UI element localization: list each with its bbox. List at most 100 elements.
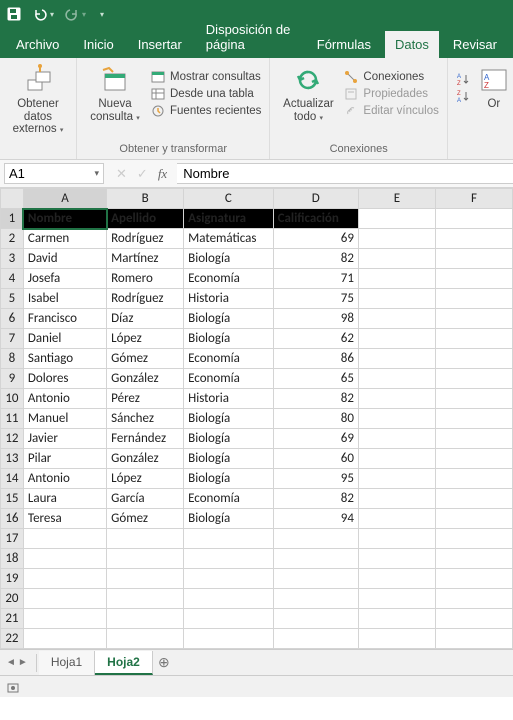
row-header-3[interactable]: 3 bbox=[1, 249, 24, 269]
cell-E21[interactable] bbox=[358, 609, 435, 629]
cell-B11[interactable]: Sánchez bbox=[107, 409, 184, 429]
redo-dropdown-icon[interactable]: ▾ bbox=[82, 10, 86, 19]
cell-C11[interactable]: Biología bbox=[184, 409, 273, 429]
from-table-button[interactable]: Desde una tabla bbox=[151, 87, 261, 101]
menu-tab-datos[interactable]: Datos bbox=[385, 31, 439, 58]
cell-E14[interactable] bbox=[358, 469, 435, 489]
cell-F7[interactable] bbox=[435, 329, 512, 349]
cell-E11[interactable] bbox=[358, 409, 435, 429]
cell-A16[interactable]: Teresa bbox=[23, 509, 106, 529]
cell-A13[interactable]: Pilar bbox=[23, 449, 106, 469]
menu-tab-inicio[interactable]: Inicio bbox=[73, 31, 123, 58]
row-header-16[interactable]: 16 bbox=[1, 509, 24, 529]
refresh-all-button[interactable]: Actualizartodo ▾ bbox=[278, 62, 338, 125]
cell-F5[interactable] bbox=[435, 289, 512, 309]
cell-E13[interactable] bbox=[358, 449, 435, 469]
cell-B15[interactable]: García bbox=[107, 489, 184, 509]
cell-E16[interactable] bbox=[358, 509, 435, 529]
cell-F19[interactable] bbox=[435, 569, 512, 589]
row-header-14[interactable]: 14 bbox=[1, 469, 24, 489]
cell-A22[interactable] bbox=[23, 629, 106, 649]
cell-D15[interactable]: 82 bbox=[273, 489, 358, 509]
column-header-A[interactable]: A bbox=[23, 189, 106, 209]
cell-B7[interactable]: López bbox=[107, 329, 184, 349]
cell-E20[interactable] bbox=[358, 589, 435, 609]
cell-A7[interactable]: Daniel bbox=[23, 329, 106, 349]
row-header-4[interactable]: 4 bbox=[1, 269, 24, 289]
cell-B12[interactable]: Fernández bbox=[107, 429, 184, 449]
row-header-19[interactable]: 19 bbox=[1, 569, 24, 589]
cell-A11[interactable]: Manuel bbox=[23, 409, 106, 429]
fx-icon[interactable]: fx bbox=[158, 166, 167, 182]
cell-C21[interactable] bbox=[184, 609, 273, 629]
cell-A14[interactable]: Antonio bbox=[23, 469, 106, 489]
cell-A4[interactable]: Josefa bbox=[23, 269, 106, 289]
cell-F13[interactable] bbox=[435, 449, 512, 469]
cell-D7[interactable]: 62 bbox=[273, 329, 358, 349]
column-header-D[interactable]: D bbox=[273, 189, 358, 209]
formula-input[interactable] bbox=[183, 166, 507, 181]
redo-button[interactable]: ▾ bbox=[64, 6, 86, 22]
cell-A3[interactable]: David bbox=[23, 249, 106, 269]
cell-C1[interactable]: Asignatura bbox=[184, 209, 273, 229]
cell-D2[interactable]: 69 bbox=[273, 229, 358, 249]
cell-A20[interactable] bbox=[23, 589, 106, 609]
cell-C19[interactable] bbox=[184, 569, 273, 589]
cell-A17[interactable] bbox=[23, 529, 106, 549]
sort-button-partial[interactable]: AZ Or bbox=[476, 62, 512, 113]
cell-B4[interactable]: Romero bbox=[107, 269, 184, 289]
cell-E19[interactable] bbox=[358, 569, 435, 589]
cell-A10[interactable]: Antonio bbox=[23, 389, 106, 409]
cell-E2[interactable] bbox=[358, 229, 435, 249]
cell-F17[interactable] bbox=[435, 529, 512, 549]
cell-F12[interactable] bbox=[435, 429, 512, 449]
name-box-input[interactable] bbox=[9, 166, 69, 181]
cell-C3[interactable]: Biología bbox=[184, 249, 273, 269]
cell-D5[interactable]: 75 bbox=[273, 289, 358, 309]
cell-E8[interactable] bbox=[358, 349, 435, 369]
cell-C12[interactable]: Biología bbox=[184, 429, 273, 449]
cell-C18[interactable] bbox=[184, 549, 273, 569]
cell-E18[interactable] bbox=[358, 549, 435, 569]
cell-E9[interactable] bbox=[358, 369, 435, 389]
cell-D17[interactable] bbox=[273, 529, 358, 549]
menu-tab-insertar[interactable]: Insertar bbox=[128, 31, 192, 58]
cell-C10[interactable]: Historia bbox=[184, 389, 273, 409]
cell-E10[interactable] bbox=[358, 389, 435, 409]
cell-E4[interactable] bbox=[358, 269, 435, 289]
row-header-12[interactable]: 12 bbox=[1, 429, 24, 449]
cell-F15[interactable] bbox=[435, 489, 512, 509]
row-header-6[interactable]: 6 bbox=[1, 309, 24, 329]
record-macro-icon[interactable] bbox=[6, 680, 20, 694]
cell-B8[interactable]: Gómez bbox=[107, 349, 184, 369]
cell-A21[interactable] bbox=[23, 609, 106, 629]
cell-A5[interactable]: Isabel bbox=[23, 289, 106, 309]
undo-dropdown-icon[interactable]: ▾ bbox=[50, 10, 54, 19]
cell-E15[interactable] bbox=[358, 489, 435, 509]
row-header-22[interactable]: 22 bbox=[1, 629, 24, 649]
cell-B20[interactable] bbox=[107, 589, 184, 609]
menu-tab-archivo[interactable]: Archivo bbox=[6, 31, 69, 58]
cell-D6[interactable]: 98 bbox=[273, 309, 358, 329]
cell-B13[interactable]: González bbox=[107, 449, 184, 469]
cell-A15[interactable]: Laura bbox=[23, 489, 106, 509]
cell-C14[interactable]: Biología bbox=[184, 469, 273, 489]
cell-D8[interactable]: 86 bbox=[273, 349, 358, 369]
cell-F1[interactable] bbox=[435, 209, 512, 229]
cell-D16[interactable]: 94 bbox=[273, 509, 358, 529]
qat-customize-icon[interactable]: ▾ bbox=[100, 10, 104, 19]
cell-A1[interactable]: Nombre bbox=[23, 209, 106, 229]
cell-B6[interactable]: Díaz bbox=[107, 309, 184, 329]
cell-F8[interactable] bbox=[435, 349, 512, 369]
cell-B1[interactable]: Apellido bbox=[107, 209, 184, 229]
cell-F16[interactable] bbox=[435, 509, 512, 529]
connections-button[interactable]: Conexiones bbox=[344, 70, 438, 84]
undo-button[interactable]: ▾ bbox=[32, 6, 54, 22]
cell-D13[interactable]: 60 bbox=[273, 449, 358, 469]
row-header-21[interactable]: 21 bbox=[1, 609, 24, 629]
cell-E7[interactable] bbox=[358, 329, 435, 349]
sheet-tab-hoja1[interactable]: Hoja1 bbox=[39, 651, 95, 675]
row-header-9[interactable]: 9 bbox=[1, 369, 24, 389]
cell-B14[interactable]: López bbox=[107, 469, 184, 489]
cell-F2[interactable] bbox=[435, 229, 512, 249]
